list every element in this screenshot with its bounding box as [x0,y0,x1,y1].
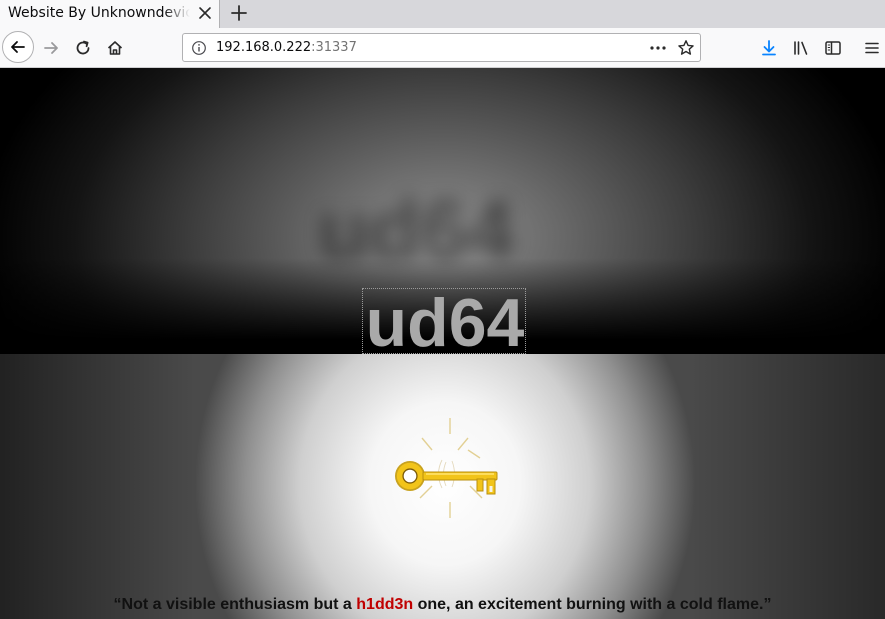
tab-strip: Website By Unknowndevice64 [0,0,885,28]
navigation-toolbar: 192.168.0.222:31337 [0,28,885,68]
downloads-button[interactable] [753,32,785,64]
forward-button[interactable] [35,32,67,64]
url-port: :31337 [311,40,357,55]
sidebar-button[interactable] [817,32,849,64]
hamburger-menu-icon [865,42,879,54]
quote-start: “Not a visible enthusiasm but a [113,596,357,613]
url-host: 192.168.0.222 [216,40,312,55]
page-content: ud64 ud64 “Not a visible enthusiasm but … [0,68,885,619]
new-tab-icon[interactable] [228,2,250,24]
reload-icon [76,40,90,55]
reload-button[interactable] [67,32,99,64]
forward-arrow-icon [44,42,58,54]
close-tab-icon[interactable] [196,4,214,22]
sidebar-icon [825,41,841,55]
page-actions-icon[interactable] [649,40,667,56]
menu-button[interactable] [856,32,885,64]
library-icon [794,41,808,55]
golden-key-icon [395,418,498,518]
address-bar[interactable]: 192.168.0.222:31337 [182,33,701,62]
tab-title: Website By Unknowndevice64 [8,4,190,22]
site-logo-text: ud64 [365,288,525,354]
site-logo-link[interactable]: ud64 [362,288,526,354]
download-icon [762,40,776,56]
back-button[interactable] [2,31,34,63]
active-tab[interactable]: Website By Unknowndevice64 [0,0,220,28]
site-info-icon[interactable] [191,40,207,56]
quote-hidden-word: h1dd3n [356,596,414,613]
home-button[interactable] [99,32,131,64]
quote-text: “Not a visible enthusiasm but a h1dd3n o… [0,595,885,615]
library-button[interactable] [785,32,817,64]
back-arrow-icon [11,41,25,53]
bookmark-star-icon[interactable] [677,39,695,57]
quote-end: one, an excitement burning with a cold f… [413,596,772,613]
url-text[interactable]: 192.168.0.222:31337 [216,40,357,56]
home-icon [107,41,123,55]
